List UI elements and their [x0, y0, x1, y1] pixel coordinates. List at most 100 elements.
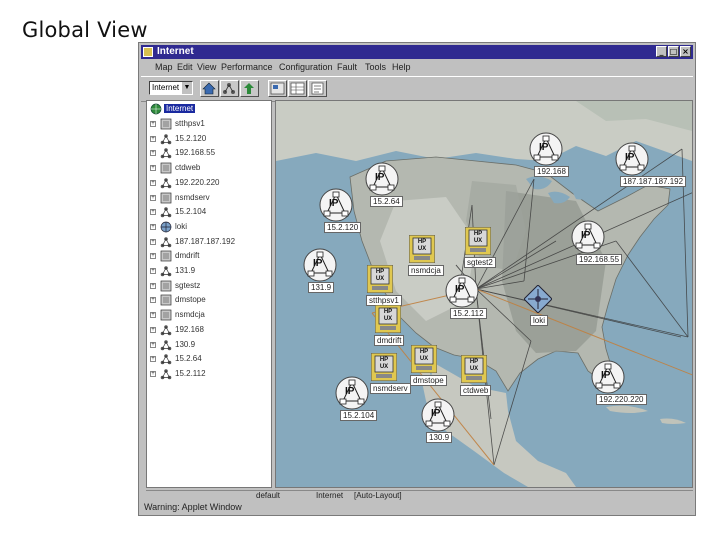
map-node-label: 130.9	[426, 432, 453, 443]
hpux-host-node[interactable]: HP UX	[409, 235, 435, 263]
ip-network-node[interactable]: IP	[571, 220, 605, 254]
hpux-symbol: HP UX	[469, 359, 479, 372]
map-icon	[270, 82, 285, 95]
ip-network-node[interactable]: IP	[529, 132, 563, 166]
server-icon	[160, 280, 172, 292]
menu-tools[interactable]: Tools	[365, 62, 386, 72]
submap-select[interactable]: Internet ▼	[149, 81, 193, 95]
up-level-button[interactable]	[240, 80, 259, 97]
tree-item-label: dmdrift	[175, 251, 200, 261]
expand-icon[interactable]: +	[150, 179, 156, 186]
menu-edit[interactable]: Edit	[177, 62, 193, 72]
gateway-icon	[160, 221, 172, 233]
ip-network-node[interactable]: IP	[615, 142, 649, 176]
map-view[interactable]: IP 15.2.64 IP 192.168 IP 187.187.187.192 IP 15.…	[275, 100, 693, 488]
hpux-symbol: HP UX	[383, 309, 393, 322]
expand-icon[interactable]: +	[150, 253, 156, 260]
tree-item-label: 15.2.104	[175, 207, 207, 217]
ip-network-node[interactable]: IP	[303, 248, 337, 282]
hpux-host-node[interactable]: HP UX	[465, 227, 491, 255]
status-layout: [Auto-Layout]	[354, 491, 402, 500]
expand-icon[interactable]: +	[150, 209, 156, 216]
close-icon[interactable]: ×	[680, 46, 691, 57]
ip-network-node[interactable]: IP	[365, 162, 399, 196]
ip-symbol: IP	[581, 230, 591, 241]
expand-icon[interactable]: +	[150, 370, 156, 377]
menu-performance[interactable]: Performance	[221, 62, 273, 72]
map-node-label: 15.2.112	[450, 308, 487, 319]
status-submap: Internet	[316, 491, 344, 500]
server-icon	[160, 295, 172, 306]
chevron-down-icon[interactable]: ▼	[182, 82, 192, 94]
home-icon	[202, 82, 216, 95]
network-icon	[223, 83, 235, 94]
menu-fault[interactable]: Fault	[337, 62, 357, 72]
map-node-label: loki	[530, 315, 549, 326]
maximize-icon[interactable]: □	[668, 46, 679, 57]
ip-network-node[interactable]: IP	[421, 398, 455, 432]
hpux-symbol: HP UX	[379, 357, 389, 370]
expand-icon[interactable]: +	[150, 326, 156, 333]
app-icon	[143, 47, 153, 57]
expand-icon[interactable]: +	[150, 194, 156, 201]
map-tree[interactable]: Internet + stthpsv1 +15.2.120 +192.168.55 + c…	[146, 100, 272, 488]
submap-select-value: Internet	[152, 83, 180, 92]
hpux-host-node[interactable]: HP UX	[371, 353, 397, 381]
network-icon	[160, 236, 172, 247]
network-icon	[160, 354, 172, 365]
hpux-host-node[interactable]: HP UX	[411, 345, 437, 373]
hpux-host-node[interactable]: HP UX	[461, 355, 487, 383]
hpux-symbol: HP UX	[417, 239, 427, 252]
expand-icon[interactable]: +	[150, 268, 156, 274]
menu-map[interactable]: Map	[155, 62, 173, 72]
globe-icon	[150, 103, 162, 115]
expand-icon[interactable]: +	[150, 341, 156, 348]
home-map-button[interactable]	[200, 80, 219, 97]
minimize-icon[interactable]: _	[656, 46, 667, 57]
ip-symbol: IP	[375, 172, 385, 183]
tree-item-label: 187.187.187.192	[175, 236, 236, 246]
expand-icon[interactable]: +	[150, 282, 156, 289]
ip-symbol: IP	[431, 408, 441, 419]
network-icon	[160, 339, 172, 350]
expand-icon[interactable]: +	[150, 150, 156, 157]
expand-icon[interactable]: +	[150, 238, 156, 245]
network-map-button[interactable]	[220, 80, 239, 97]
tree-item-label: nsmdserv	[175, 192, 210, 202]
status-bar: default Internet [Auto-Layout]	[146, 490, 693, 501]
nnm-window: Internet _ □ × Map Edit View Performance…	[138, 42, 696, 516]
ip-symbol: IP	[625, 152, 635, 163]
hpux-host-node[interactable]: HP UX	[375, 305, 401, 333]
menu-configuration[interactable]: Configuration	[279, 62, 333, 72]
map-node-label: 131.9	[308, 282, 335, 293]
menu-help[interactable]: Help	[392, 62, 411, 72]
properties-button[interactable]	[308, 80, 327, 97]
ip-network-node[interactable]: IP	[319, 188, 353, 222]
menu-view[interactable]: View	[197, 62, 216, 72]
map-node-label: 187.187.187.192	[620, 176, 687, 187]
expand-icon[interactable]: +	[150, 121, 156, 127]
map-node-label: 15.2.104	[340, 410, 378, 421]
ip-network-node[interactable]: IP	[335, 376, 369, 410]
expand-icon[interactable]: +	[150, 312, 156, 319]
ip-symbol: IP	[329, 198, 339, 209]
window-title: Internet	[157, 46, 194, 57]
hpux-symbol: HP UX	[375, 269, 385, 282]
open-map-button[interactable]	[268, 80, 287, 97]
expand-icon[interactable]: +	[150, 223, 156, 230]
expand-icon[interactable]: +	[150, 135, 156, 142]
expand-icon[interactable]: +	[150, 297, 156, 304]
map-node-label: 15.2.120	[324, 222, 362, 233]
expand-icon[interactable]: +	[150, 165, 156, 172]
tree-item-label: stthpsv1	[175, 119, 205, 128]
gateway-node[interactable]	[524, 285, 552, 313]
ip-network-node[interactable]: IP	[445, 274, 479, 308]
hpux-host-node[interactable]: HP UX	[367, 265, 393, 293]
window-titlebar[interactable]: Internet _ □ ×	[141, 45, 693, 59]
table-view-button[interactable]	[288, 80, 307, 97]
server-icon	[160, 250, 172, 262]
map-node-label: dmstope	[410, 375, 447, 386]
ip-network-node[interactable]: IP	[591, 360, 625, 394]
expand-icon[interactable]: +	[150, 356, 156, 363]
tree-item-label: 15.2.64	[175, 354, 202, 364]
